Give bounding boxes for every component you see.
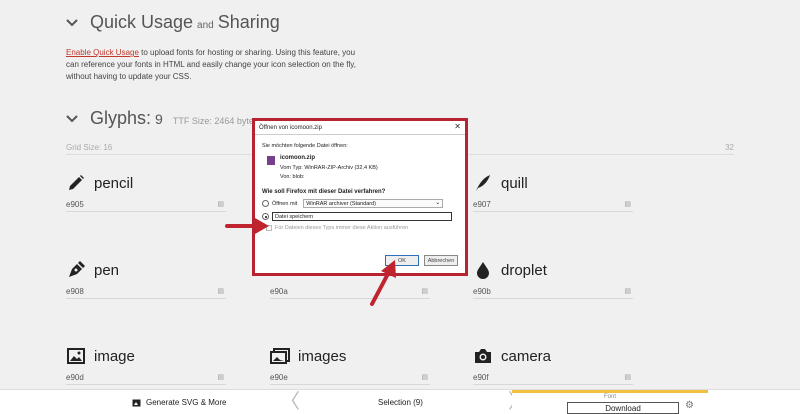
grid-size-label: Grid Size: 16 <box>66 143 113 152</box>
pencil-icon <box>66 174 86 192</box>
open-with-radio[interactable] <box>262 200 269 207</box>
save-file-option[interactable]: Datei speichern <box>272 212 452 221</box>
glyph-name: image <box>94 347 135 365</box>
glyph-cell-pencil[interactable]: pencil e905 ▤ <box>66 172 226 212</box>
file-name: icomoon.zip <box>280 155 315 161</box>
images-icon <box>270 347 290 365</box>
font-tab[interactable]: Font Download ⚙ <box>512 390 708 414</box>
glyph-code[interactable]: e907 <box>473 200 491 209</box>
glyph-code[interactable]: e90b <box>473 287 491 296</box>
glyph-name: images <box>298 347 347 365</box>
chevron-down-icon[interactable] <box>66 15 78 31</box>
glyph-cell-quill[interactable]: quill e907 ▤ <box>473 172 633 212</box>
archive-icon <box>267 156 275 165</box>
copy-icon[interactable]: ▤ <box>217 287 224 295</box>
pen-icon <box>66 261 86 279</box>
glyph-cell-camera[interactable]: camera e90f ▤ <box>473 345 633 385</box>
bottom-bar: Generate SVG & More 〈 Selection (9) 〉 Fo… <box>0 389 800 414</box>
open-with-select[interactable]: WinRAR archiver (Standard) ⌄ <box>303 199 444 208</box>
enable-quick-usage-link[interactable]: Enable Quick Usage <box>66 48 139 57</box>
glyph-name: quill <box>501 174 528 192</box>
glyph-name: droplet <box>501 261 547 279</box>
close-icon[interactable]: ✕ <box>454 122 461 131</box>
font-tab-label: Font <box>603 394 616 400</box>
glyph-cell-pen[interactable]: pen e908 ▤ <box>66 259 226 299</box>
image-icon <box>66 347 86 365</box>
generate-svg-label: Generate SVG & More <box>146 398 227 407</box>
quick-usage-sharing: Sharing <box>217 12 280 32</box>
generate-svg-button[interactable]: Generate SVG & More <box>132 390 226 414</box>
open-with-app: WinRAR archiver (Standard) <box>306 200 376 207</box>
gear-icon[interactable]: ⚙ <box>685 400 694 411</box>
glyph-code[interactable]: e905 <box>66 200 84 209</box>
open-with-label[interactable]: Öffnen mit <box>272 201 297 207</box>
download-dialog: Öffnen von icomoon.zip ✕ Sie möchten fol… <box>252 118 468 276</box>
quick-usage-header[interactable]: Quick Usage and Sharing <box>66 12 280 33</box>
action-question: Wie soll Firefox mit dieser Datei verfah… <box>262 189 386 195</box>
selection-label: Selection (9) <box>378 398 423 407</box>
file-info: icomoon.zip Vom Typ: WinRAR-ZIP-Archiv (… <box>267 155 458 182</box>
cancel-button[interactable]: Abbrechen <box>424 255 458 266</box>
glyph-code[interactable]: e90a <box>270 287 288 296</box>
chevron-left-icon: 〈 <box>280 391 300 413</box>
file-source: Von: blob: <box>280 174 305 180</box>
glyphs-title: Glyphs: <box>90 108 152 128</box>
ttf-size: TTF Size: 2464 bytes <box>172 116 259 126</box>
grid-size-max: 32 <box>725 143 734 152</box>
quick-usage-and: and <box>197 20 214 31</box>
dialog-title: Öffnen von icomoon.zip <box>259 124 322 131</box>
selection-button[interactable]: Selection (9) <box>378 390 423 414</box>
glyph-cell-image[interactable]: image e90d ▤ <box>66 345 226 385</box>
dialog-titlebar[interactable]: Öffnen von icomoon.zip ✕ <box>255 121 465 135</box>
glyph-code[interactable]: e90d <box>66 373 84 382</box>
copy-icon[interactable]: ▤ <box>624 373 631 381</box>
file-type: Vom Typ: WinRAR-ZIP-Archiv (32,4 KB) <box>280 165 378 171</box>
chevron-down-icon: ⌄ <box>435 200 441 206</box>
copy-icon[interactable]: ▤ <box>217 373 224 381</box>
glyph-name: pencil <box>94 174 134 192</box>
save-file-label: Datei speichern <box>275 213 314 220</box>
image-icon <box>132 399 141 407</box>
glyph-code[interactable]: e90e <box>270 373 288 382</box>
annotation-arrow-ok <box>370 260 396 306</box>
glyphs-count: 9 <box>155 111 163 127</box>
copy-icon[interactable]: ▤ <box>421 287 428 295</box>
glyph-code[interactable]: e908 <box>66 287 84 296</box>
chevron-down-icon[interactable] <box>66 111 78 127</box>
droplet-icon <box>473 261 493 279</box>
glyph-cell-droplet[interactable]: droplet e90b ▤ <box>473 259 633 299</box>
glyphs-header[interactable]: Glyphs: 9 TTF Size: 2464 bytes <box>66 108 258 129</box>
camera-icon <box>473 347 493 365</box>
glyph-name: pen <box>94 261 120 279</box>
download-button[interactable]: Download <box>567 402 679 414</box>
glyph-name: camera <box>501 347 552 365</box>
copy-icon[interactable]: ▤ <box>624 200 631 208</box>
quick-usage-title: Quick Usage <box>90 12 194 32</box>
annotation-arrow-save <box>225 218 269 234</box>
copy-icon[interactable]: ▤ <box>217 200 224 208</box>
quill-icon <box>473 174 493 192</box>
copy-icon[interactable]: ▤ <box>421 373 428 381</box>
dialog-question: Sie möchten folgende Datei öffnen: <box>262 143 348 149</box>
always-do-label: Für Dateien dieses Typs immer diese Akti… <box>275 225 409 231</box>
glyph-code[interactable]: e90f <box>473 373 489 382</box>
quick-usage-description: Enable Quick Usage to upload fonts for h… <box>66 47 366 83</box>
copy-icon[interactable]: ▤ <box>624 287 631 295</box>
glyph-cell-images[interactable]: images e90e ▤ <box>270 345 430 385</box>
